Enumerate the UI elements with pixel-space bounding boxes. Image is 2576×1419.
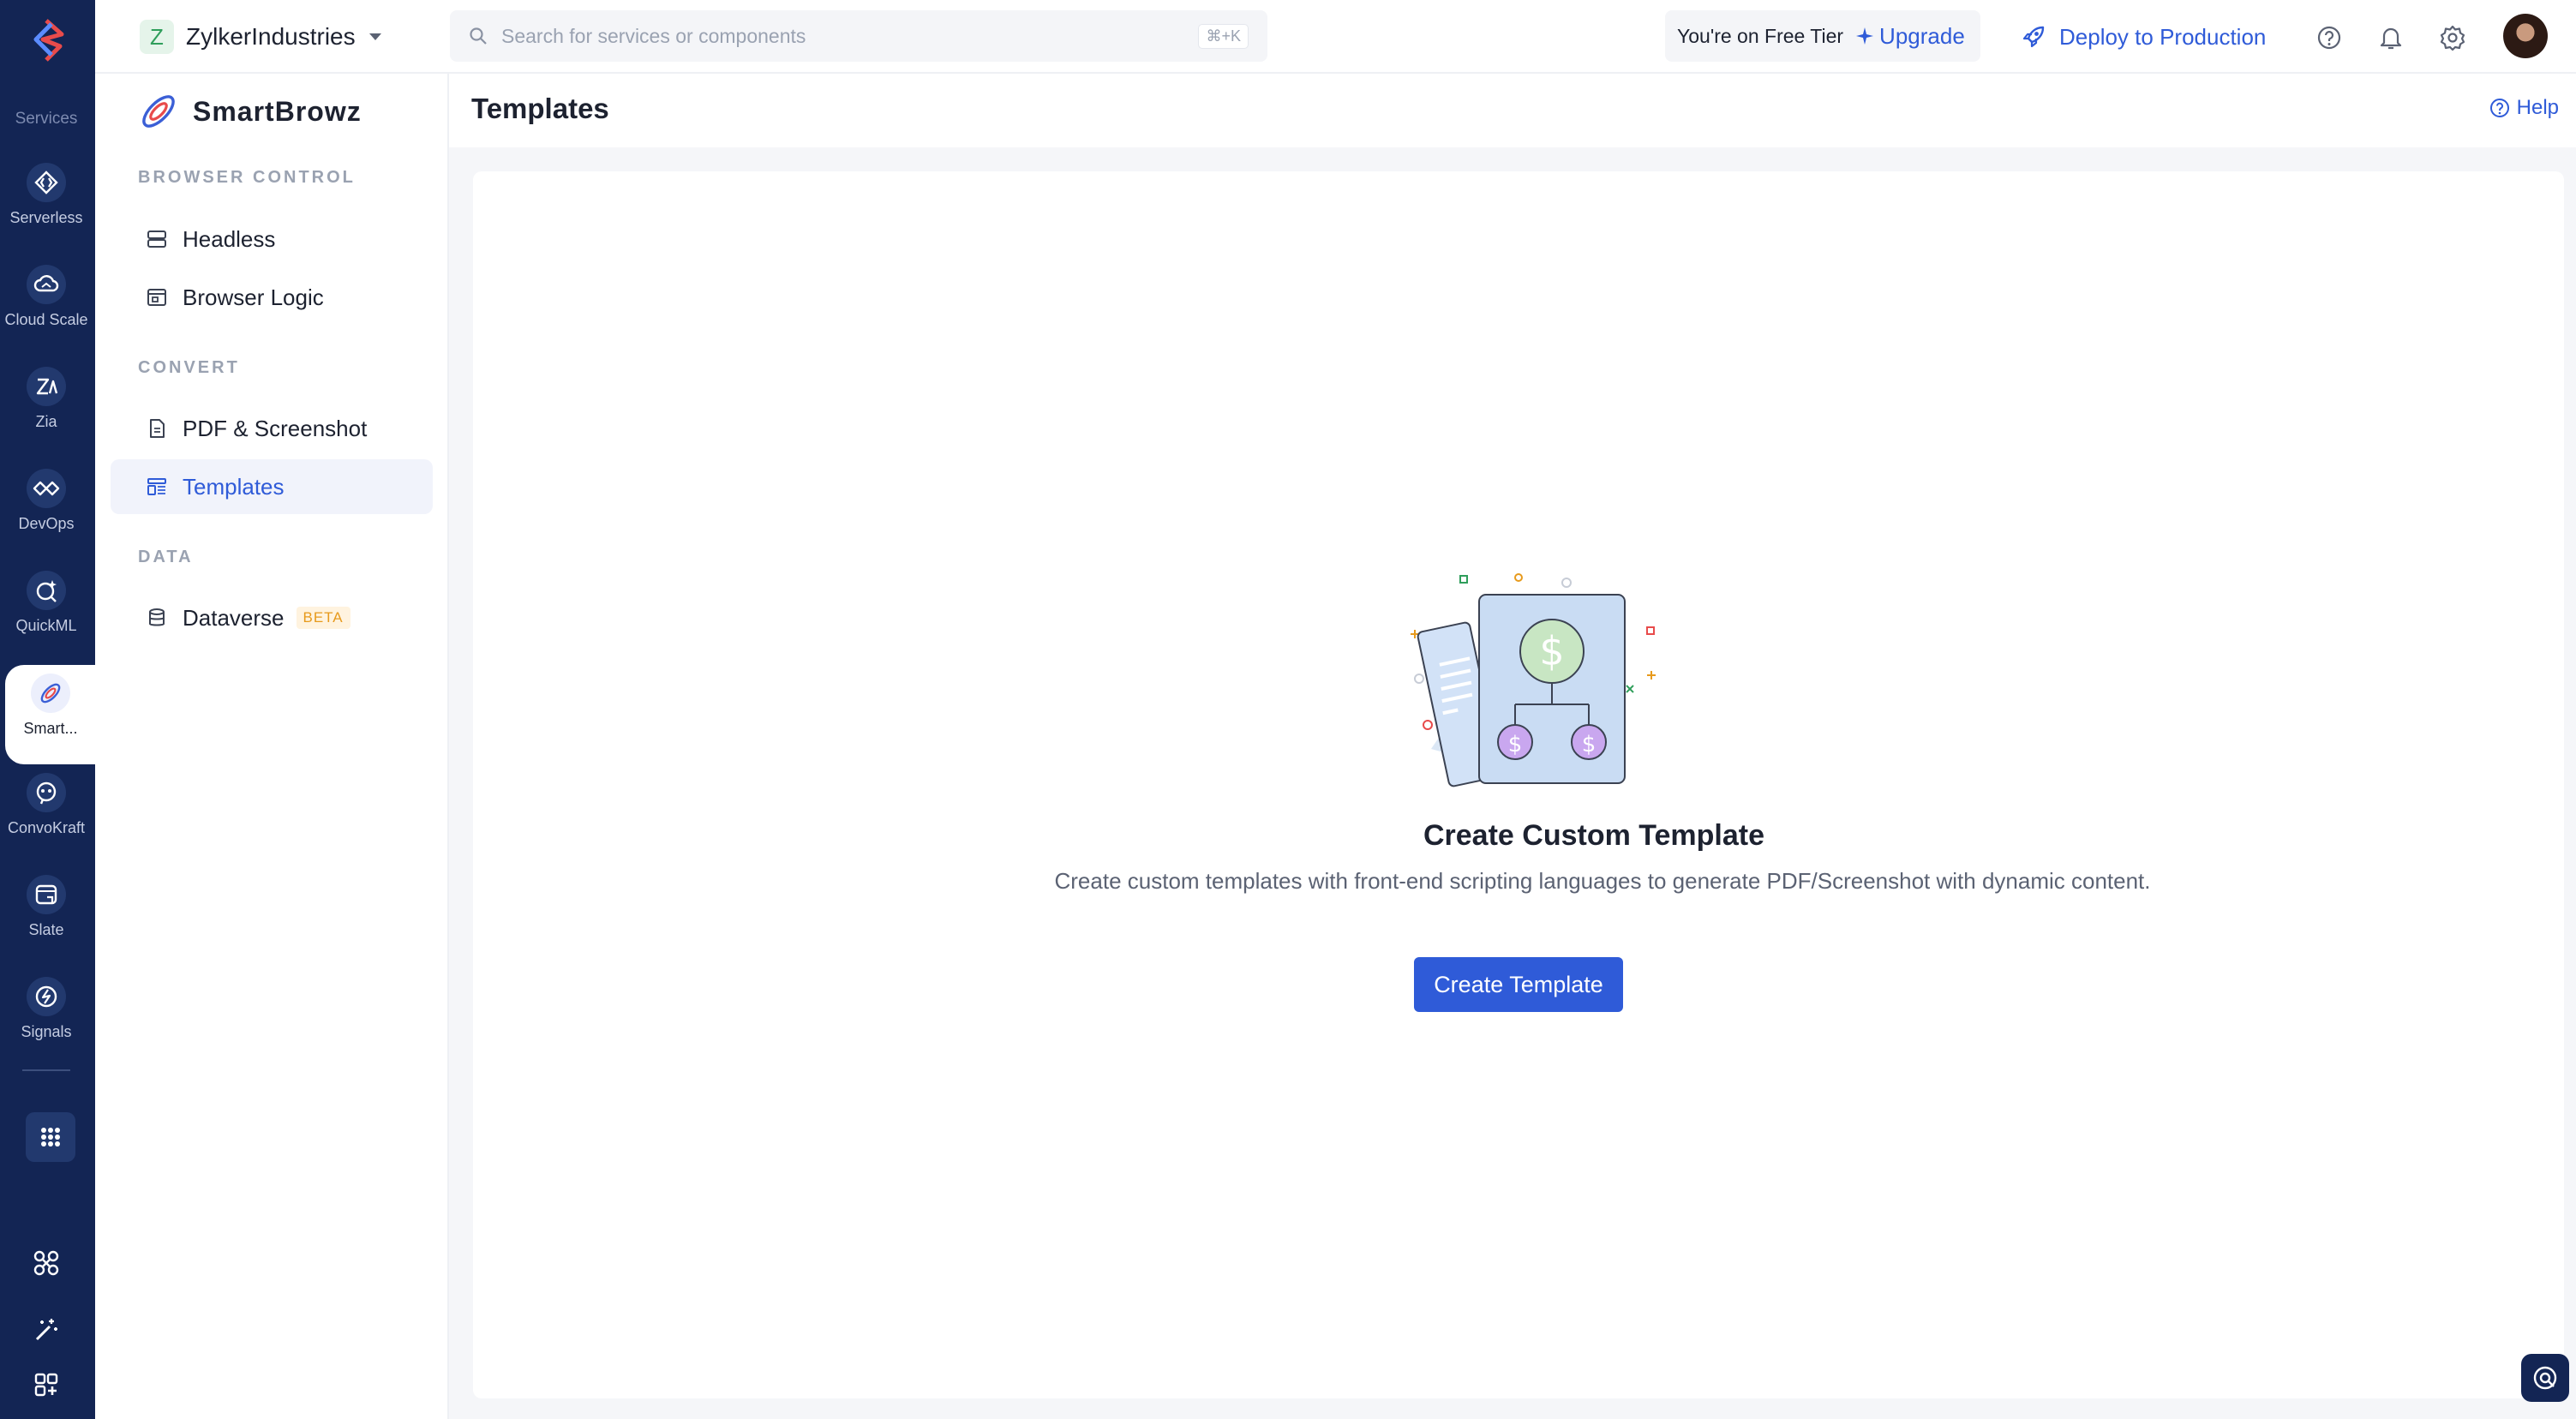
server-stack-icon <box>147 229 167 249</box>
rail-item-smartbrowz[interactable]: Smart... <box>5 665 96 764</box>
gear-icon[interactable] <box>2435 21 2470 55</box>
devops-icon <box>27 469 66 508</box>
rail-label: ConvoKraft <box>7 819 86 836</box>
rail-label: Signals <box>21 1023 72 1040</box>
rail-label: Cloud Scale <box>4 311 88 328</box>
nav-item-headless[interactable]: Headless <box>111 212 433 266</box>
serverless-icon <box>27 163 66 202</box>
page-title: Templates <box>471 93 609 124</box>
rail-item-slate[interactable]: Slate <box>0 875 93 971</box>
convokraft-icon <box>27 773 66 812</box>
section-title-convert: CONVERT <box>138 358 240 377</box>
help-circle-icon[interactable] <box>2312 21 2346 55</box>
template-illustration-icon: $ $ $ <box>1397 566 1671 788</box>
template-icon <box>147 476 167 497</box>
sparkle-icon <box>1855 27 1874 45</box>
global-search[interactable]: Search for services or components ⌘+K <box>450 10 1267 62</box>
rail-item-devops[interactable]: DevOps <box>0 469 93 565</box>
nav-item-pdf-screenshot[interactable]: PDF & Screenshot <box>111 401 433 456</box>
rail-label: Slate <box>28 921 64 938</box>
deploy-to-production-button[interactable]: Deploy to Production <box>2022 17 2266 57</box>
rail-label: Zia <box>35 413 57 430</box>
slate-icon <box>27 875 66 914</box>
rail-item-signals[interactable]: Signals <box>0 977 93 1073</box>
rail-label: Serverless <box>9 209 83 226</box>
rocket-icon <box>2022 25 2046 49</box>
org-switcher[interactable]: Z ZylkerIndustries <box>140 19 383 55</box>
service-rail: Services Serverless Cloud Scale Zia DevO… <box>0 0 96 1419</box>
support-chat-icon[interactable] <box>2521 1354 2569 1402</box>
nav-label: Templates <box>183 473 285 500</box>
rail-label: DevOps <box>18 515 75 532</box>
svg-text:$: $ <box>1582 732 1597 757</box>
services-label: Services <box>15 110 78 128</box>
database-icon <box>147 608 167 628</box>
rail-divider <box>22 1069 70 1071</box>
rail-label: QuickML <box>15 617 77 634</box>
svg-text:$: $ <box>1508 732 1523 757</box>
nav-label: Headless <box>183 225 276 252</box>
magic-wand-icon[interactable] <box>29 1313 63 1347</box>
rail-item-zia[interactable]: Zia <box>0 367 93 463</box>
deploy-label: Deploy to Production <box>2059 23 2267 50</box>
beta-badge: BETA <box>296 607 350 629</box>
service-sidebar: SmartBrowz BROWSER CONTROL Headless Brow… <box>95 74 449 1419</box>
section-title-browser-control: BROWSER CONTROL <box>138 168 356 187</box>
help-circle-icon <box>2489 98 2510 118</box>
rail-item-quickml[interactable]: QuickML <box>0 571 93 667</box>
search-input[interactable]: Search for services or components <box>501 25 1198 48</box>
tier-banner: You're on Free Tier Upgrade <box>1665 10 1980 62</box>
help-link[interactable]: Help <box>2489 96 2559 120</box>
service-brand: SmartBrowz <box>136 89 362 134</box>
rail-item-serverless[interactable]: Serverless <box>0 163 93 259</box>
integrations-icon[interactable] <box>29 1246 63 1280</box>
search-shortcut: ⌘+K <box>1198 23 1249 49</box>
brand-name: SmartBrowz <box>193 95 362 127</box>
rail-label: Smart... <box>23 720 78 737</box>
org-name: ZylkerIndustries <box>186 23 356 50</box>
help-label: Help <box>2516 96 2559 119</box>
nav-label: Dataverse <box>183 604 285 631</box>
all-apps-grid-icon[interactable] <box>26 1112 75 1162</box>
empty-state-title: Create Custom Template <box>1423 819 1765 852</box>
rail-item-convokraft[interactable]: ConvoKraft <box>0 773 93 869</box>
create-template-button[interactable]: Create Template <box>1414 957 1623 1012</box>
page-header: Templates Help <box>449 74 2576 147</box>
caret-down-icon <box>368 32 383 42</box>
svg-text:$: $ <box>1539 628 1564 674</box>
zia-icon <box>27 367 66 406</box>
quickml-icon <box>27 571 66 610</box>
top-bar: Z ZylkerIndustries Search for services o… <box>95 0 2576 74</box>
nav-label: Browser Logic <box>183 284 324 310</box>
nav-item-browser-logic[interactable]: Browser Logic <box>111 270 433 325</box>
signals-icon <box>27 977 66 1016</box>
empty-state-description: Create custom templates with front-end s… <box>1054 868 2151 894</box>
nav-label: PDF & Screenshot <box>183 415 368 441</box>
smartbrowz-logo-icon <box>136 89 181 134</box>
components-icon[interactable] <box>29 1368 63 1402</box>
upgrade-link[interactable]: Upgrade <box>1879 23 1965 50</box>
rail-item-cloud-scale[interactable]: Cloud Scale <box>0 265 93 361</box>
document-icon <box>147 418 167 439</box>
catalyst-logo-icon[interactable] <box>26 17 69 65</box>
search-icon <box>469 27 488 45</box>
nav-item-dataverse[interactable]: Dataverse BETA <box>111 590 433 645</box>
bell-icon[interactable] <box>2374 21 2408 55</box>
nav-item-templates[interactable]: Templates <box>111 459 433 514</box>
user-avatar[interactable] <box>2503 14 2548 58</box>
browser-logic-icon <box>147 287 167 308</box>
tier-text: You're on Free Tier <box>1677 24 1844 47</box>
section-title-data: DATA <box>138 548 194 566</box>
org-badge: Z <box>140 20 174 54</box>
cloud-scale-icon <box>27 265 66 304</box>
smartbrowz-icon <box>31 674 70 713</box>
